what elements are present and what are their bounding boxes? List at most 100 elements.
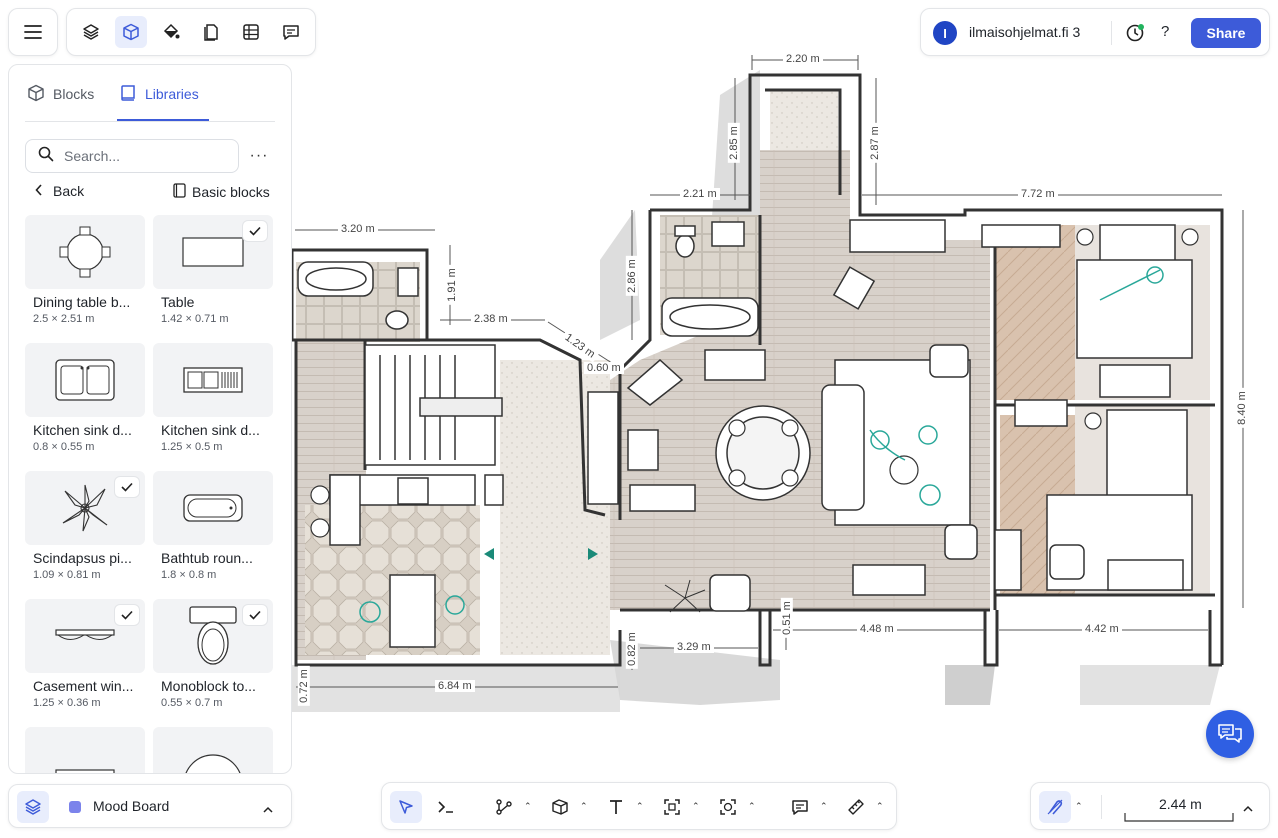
share-button[interactable]: Share bbox=[1191, 18, 1261, 48]
account-bar: I ilmaisohjelmat.fi 3 ? Share bbox=[920, 8, 1270, 56]
cube-icon bbox=[27, 84, 45, 105]
scale-value: 2.44 m bbox=[1159, 796, 1202, 812]
menu-card bbox=[8, 8, 58, 56]
library-panel: Blocks Libraries ··· Back Basic blocks bbox=[8, 64, 292, 774]
table-icon[interactable] bbox=[235, 16, 267, 48]
scale-ruler bbox=[1124, 813, 1234, 822]
back-button[interactable]: Back bbox=[35, 183, 84, 199]
item-thumbnail bbox=[25, 215, 145, 289]
chevron-up-icon[interactable]: ⌃ bbox=[580, 801, 588, 812]
library-item[interactable]: Bathtub roun... 1.8 × 0.8 m bbox=[153, 471, 273, 589]
capture-icon[interactable] bbox=[712, 791, 744, 823]
top-toolbar bbox=[66, 8, 316, 56]
item-name: Bathtub roun... bbox=[161, 550, 253, 566]
scale-control: ⌃ 2.44 m bbox=[1030, 782, 1270, 830]
item-size: 1.8 × 0.8 m bbox=[161, 569, 217, 581]
chevron-up-icon[interactable] bbox=[263, 801, 273, 819]
divider bbox=[1111, 21, 1112, 45]
dimension-label: 2.86 m bbox=[625, 256, 638, 296]
item-name: Kitchen sink d... bbox=[161, 422, 260, 438]
tab-label: Libraries bbox=[145, 86, 199, 102]
tab-libraries[interactable]: Libraries bbox=[119, 83, 199, 105]
library-item[interactable] bbox=[25, 727, 145, 773]
frame-icon[interactable] bbox=[656, 791, 688, 823]
chat-support-button[interactable] bbox=[1206, 710, 1254, 758]
layers-icon[interactable] bbox=[17, 791, 49, 823]
item-thumbnail bbox=[153, 343, 273, 417]
divider bbox=[1101, 795, 1102, 819]
comment-icon[interactable] bbox=[784, 791, 816, 823]
dimension-label: 8.40 m bbox=[1235, 388, 1248, 428]
dimension-label: 6.84 m bbox=[435, 680, 475, 692]
item-size: 2.5 × 2.51 m bbox=[33, 313, 95, 325]
item-name: Table bbox=[161, 294, 195, 310]
chevron-up-icon[interactable]: ⌃ bbox=[820, 801, 828, 812]
item-name: Dining table b... bbox=[33, 294, 131, 310]
dimension-label: 4.42 m bbox=[1082, 623, 1122, 635]
item-size: 1.42 × 0.71 m bbox=[161, 313, 229, 325]
menu-icon[interactable] bbox=[17, 16, 49, 48]
dimension-label: 0.82 m bbox=[625, 629, 638, 669]
dimension-label: 2.20 m bbox=[783, 53, 823, 65]
layer-color-swatch bbox=[69, 801, 81, 813]
active-tab-indicator bbox=[117, 119, 209, 121]
chevron-up-icon[interactable]: ⌃ bbox=[524, 801, 532, 812]
chevron-up-icon[interactable]: ⌃ bbox=[692, 801, 700, 812]
library-item[interactable]: Scindapsus pi... 1.09 × 0.81 m bbox=[25, 471, 145, 589]
item-size: 1.25 × 0.36 m bbox=[33, 697, 101, 709]
item-name: Casement win... bbox=[33, 678, 134, 694]
item-size: 0.55 × 0.7 m bbox=[161, 697, 223, 709]
chevron-left-icon bbox=[35, 183, 43, 199]
measure-icon[interactable] bbox=[840, 791, 872, 823]
pages-icon[interactable] bbox=[195, 16, 227, 48]
help-button[interactable]: ? bbox=[1161, 23, 1169, 40]
chevron-up-icon[interactable]: ⌃ bbox=[748, 801, 756, 812]
layer-name: Mood Board bbox=[93, 798, 170, 814]
checkmark-icon[interactable] bbox=[243, 605, 267, 625]
comment-icon[interactable] bbox=[275, 16, 307, 48]
dimension-label: 2.85 m bbox=[727, 123, 740, 163]
path-icon[interactable] bbox=[488, 791, 520, 823]
layer-selector[interactable]: Mood Board bbox=[8, 784, 292, 828]
avatar[interactable]: I bbox=[933, 21, 957, 45]
dimension-label: 2.87 m bbox=[868, 123, 881, 163]
cube-icon[interactable] bbox=[115, 16, 147, 48]
project-name[interactable]: ilmaisohjelmat.fi 3 bbox=[969, 24, 1080, 40]
paint-bucket-icon[interactable] bbox=[155, 16, 187, 48]
item-size: 1.25 × 0.5 m bbox=[161, 441, 223, 453]
command-icon[interactable] bbox=[430, 791, 462, 823]
library-item[interactable]: Kitchen sink d... 0.8 × 0.55 m bbox=[25, 343, 145, 461]
dimension-label: 4.48 m bbox=[857, 623, 897, 635]
snap-magnet-icon[interactable] bbox=[1039, 791, 1071, 823]
library-item[interactable] bbox=[153, 727, 273, 773]
library-name: Basic blocks bbox=[192, 184, 270, 200]
chevron-up-icon[interactable] bbox=[1243, 800, 1253, 818]
tab-blocks[interactable]: Blocks bbox=[27, 83, 94, 105]
checkmark-icon[interactable] bbox=[115, 477, 139, 497]
chevron-up-icon[interactable]: ⌃ bbox=[1075, 801, 1083, 812]
library-item[interactable]: Table 1.42 × 0.71 m bbox=[153, 215, 273, 333]
library-item[interactable]: Monoblock to... 0.55 × 0.7 m bbox=[153, 599, 273, 717]
checkmark-icon[interactable] bbox=[115, 605, 139, 625]
search-input[interactable] bbox=[64, 148, 224, 164]
text-icon[interactable] bbox=[600, 791, 632, 823]
book-icon bbox=[173, 183, 186, 201]
item-thumbnail bbox=[25, 727, 145, 773]
item-thumbnail bbox=[25, 343, 145, 417]
library-item[interactable]: Casement win... 1.25 × 0.36 m bbox=[25, 599, 145, 717]
dimension-label: 2.38 m bbox=[471, 313, 511, 325]
chevron-up-icon[interactable]: ⌃ bbox=[876, 801, 884, 812]
wall-icon[interactable] bbox=[544, 791, 576, 823]
dimension-label: 0.51 m bbox=[780, 598, 793, 638]
library-item[interactable]: Kitchen sink d... 1.25 × 0.5 m bbox=[153, 343, 273, 461]
select-arrow-icon[interactable] bbox=[390, 791, 422, 823]
more-options-button[interactable]: ··· bbox=[245, 144, 273, 168]
library-item[interactable]: Dining table b... 2.5 × 2.51 m bbox=[25, 215, 145, 333]
dimension-label: 1.91 m bbox=[445, 265, 458, 305]
chevron-up-icon[interactable]: ⌃ bbox=[636, 801, 644, 812]
library-title: Basic blocks bbox=[173, 183, 270, 201]
search-icon bbox=[38, 146, 54, 167]
layers-icon[interactable] bbox=[75, 16, 107, 48]
history-icon[interactable] bbox=[1119, 17, 1151, 49]
checkmark-icon[interactable] bbox=[243, 221, 267, 241]
